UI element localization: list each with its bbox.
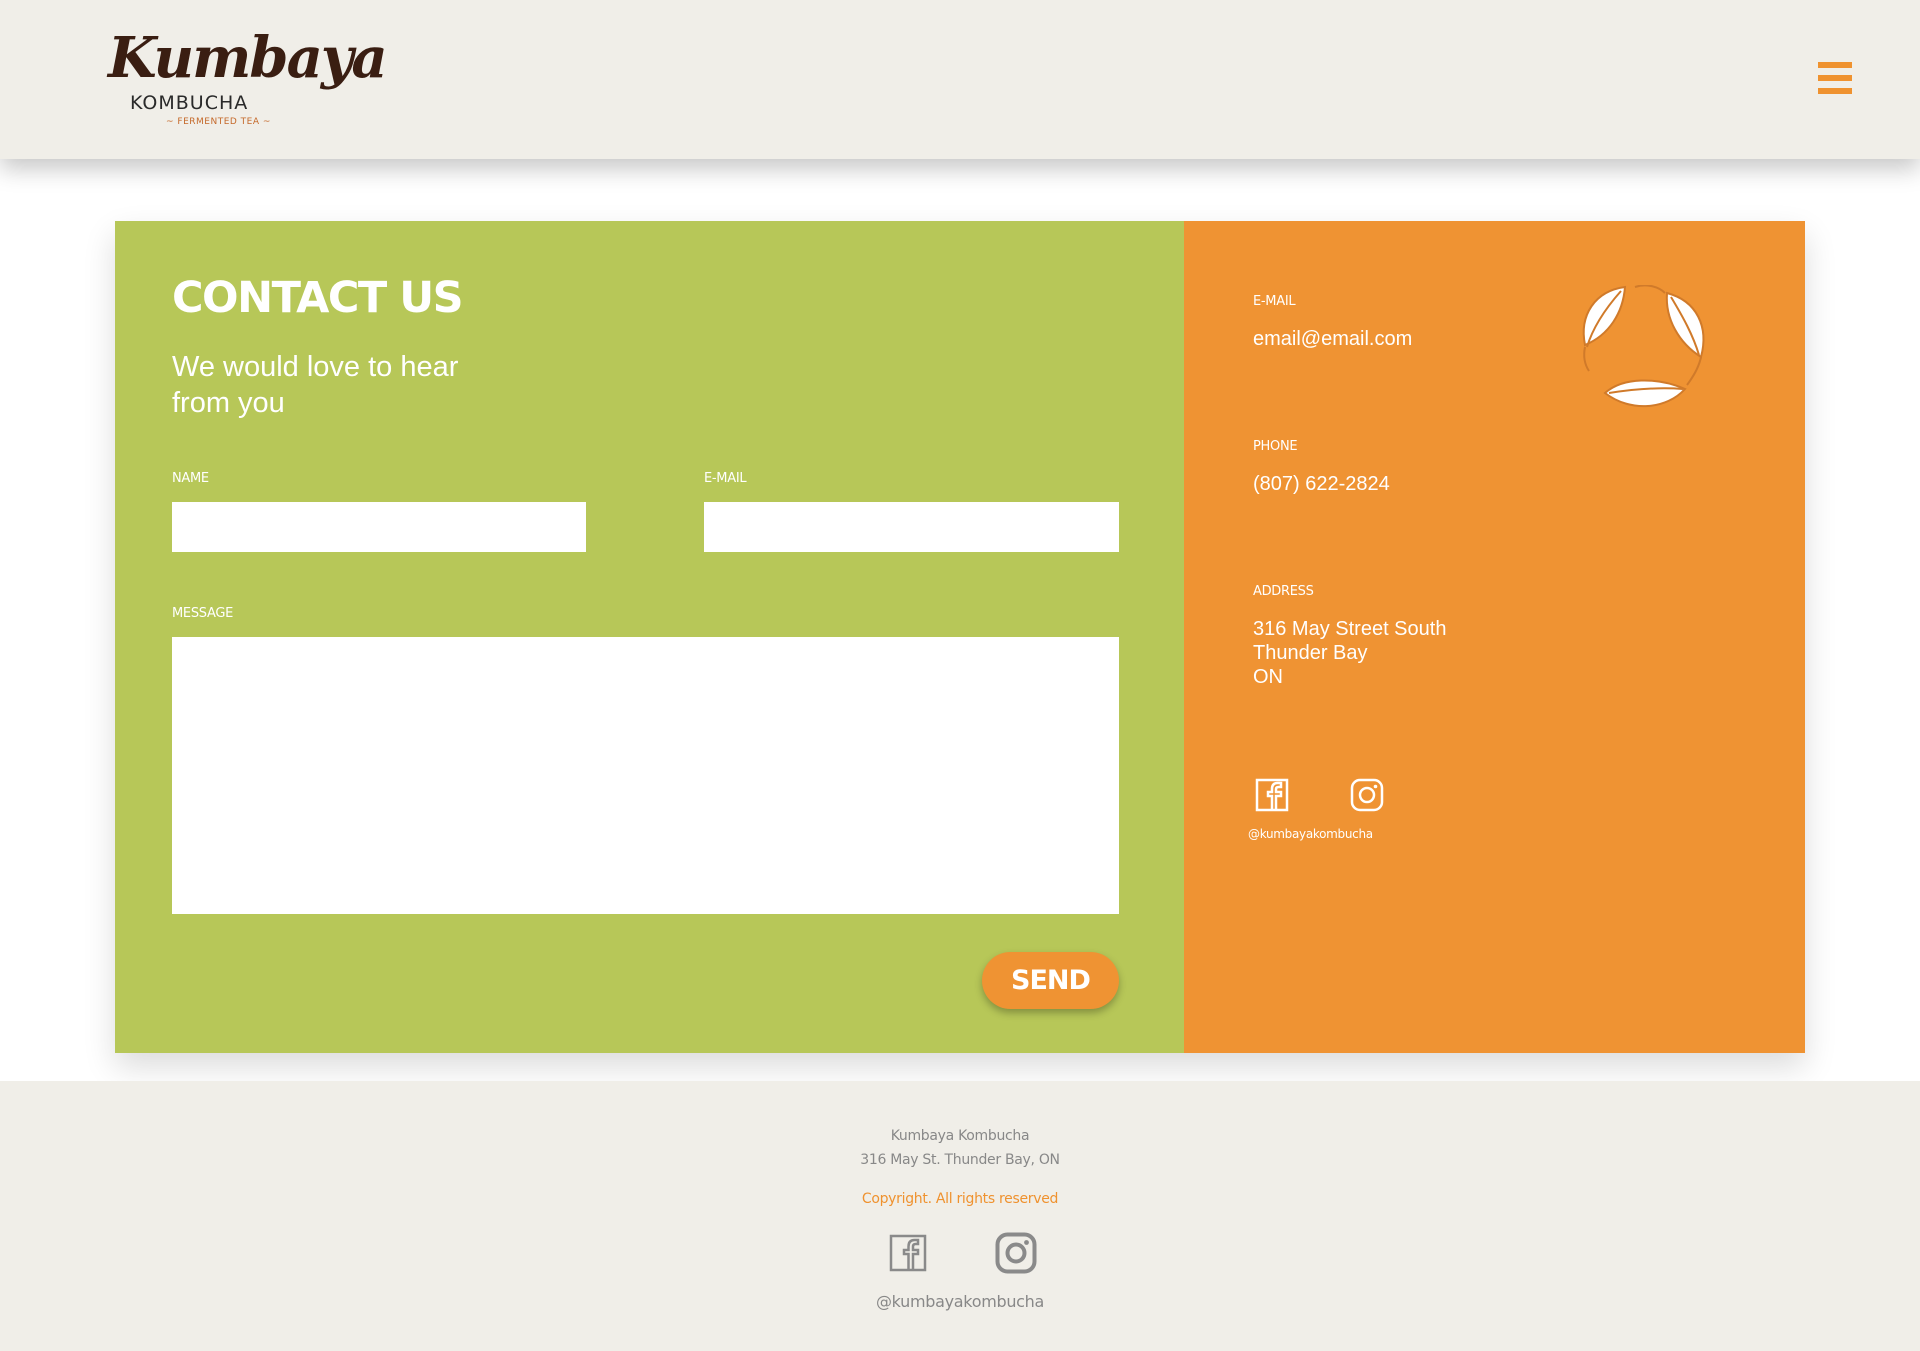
info-email-label: E-MAIL <box>1253 294 1296 309</box>
footer-company: Kumbaya Kombucha <box>890 1128 1030 1144</box>
send-button[interactable]: SEND <box>982 952 1119 1009</box>
kumbaya-logo[interactable]: Kumbaya KOMBUCHA ~ FERMENTED TEA ~ <box>108 30 388 134</box>
message-label: MESSAGE <box>172 606 234 621</box>
social-handle[interactable]: @kumbayakombucha <box>1248 828 1373 840</box>
site-header: Kumbaya KOMBUCHA ~ FERMENTED TEA ~ <box>0 0 1920 159</box>
page-subtitle: We would love to hear from you <box>172 351 459 419</box>
info-address-label: ADDRESS <box>1253 584 1314 599</box>
info-address-line3: ON <box>1253 666 1283 688</box>
contact-form-panel: CONTACT US We would love to hear from yo… <box>115 221 1184 1053</box>
logo-tagline: ~ FERMENTED TEA ~ <box>166 117 271 127</box>
footer-instagram-icon[interactable] <box>995 1232 1037 1274</box>
logo-sub-text: KOMBUCHA <box>130 92 249 114</box>
page-title: CONTACT US <box>172 273 464 323</box>
message-field[interactable] <box>172 637 1119 914</box>
leaves-icon <box>1582 285 1705 407</box>
name-label: NAME <box>172 471 209 486</box>
contact-info-panel: E-MAIL email@email.com PHONE (807) 622-2… <box>1184 221 1805 1053</box>
info-phone-label: PHONE <box>1253 439 1298 454</box>
contact-card: CONTACT US We would love to hear from yo… <box>115 221 1805 1053</box>
instagram-icon[interactable] <box>1350 778 1384 812</box>
info-email-value[interactable]: email@email.com <box>1253 327 1412 351</box>
facebook-icon[interactable] <box>1255 778 1289 812</box>
email-field[interactable] <box>704 502 1119 552</box>
site-footer: Kumbaya Kombucha 316 May St. Thunder Bay… <box>0 1081 1920 1351</box>
hamburger-menu-icon[interactable] <box>1818 62 1852 94</box>
footer-facebook-icon[interactable] <box>889 1234 927 1272</box>
footer-social-handle[interactable]: @kumbayakombucha <box>0 1294 1920 1310</box>
email-label: E-MAIL <box>704 471 747 486</box>
info-phone-value[interactable]: (807) 622-2824 <box>1253 472 1390 496</box>
info-address-line1: 316 May Street South <box>1253 618 1447 640</box>
name-field[interactable] <box>172 502 586 552</box>
info-address-line2: Thunder Bay <box>1253 642 1368 664</box>
logo-script-text: Kumbaya <box>108 25 388 91</box>
footer-address: 316 May St. Thunder Bay, ON <box>860 1152 1060 1168</box>
footer-copyright: Copyright. All rights reserved <box>861 1191 1059 1207</box>
